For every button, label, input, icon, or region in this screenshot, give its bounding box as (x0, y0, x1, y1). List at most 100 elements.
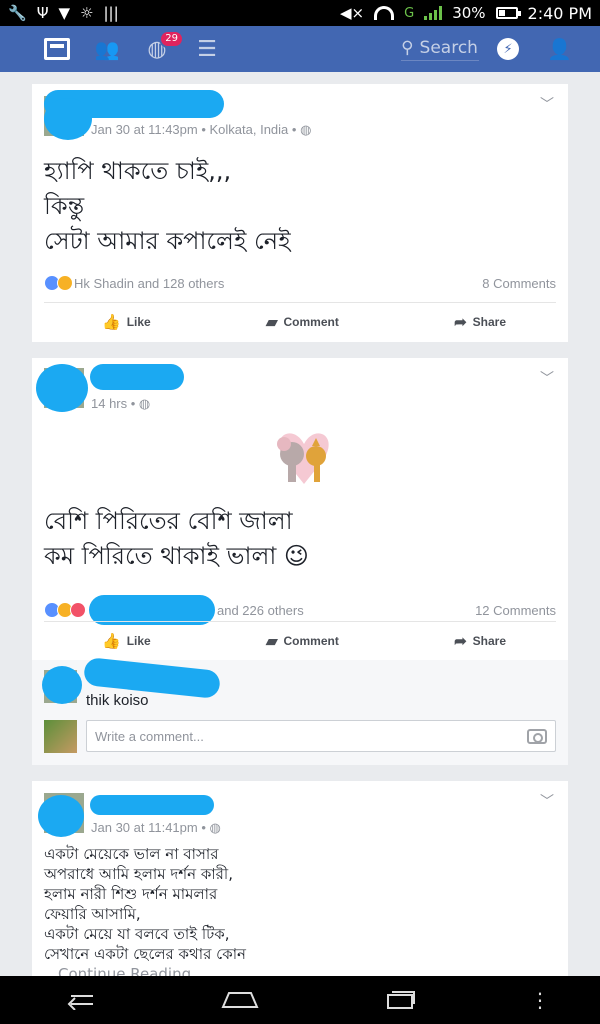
barcode-icon: ||| (103, 4, 119, 22)
comments-count[interactable]: 8 Comments (482, 276, 556, 291)
my-avatar (44, 720, 77, 753)
chevron-down-icon[interactable]: ﹀ (540, 94, 554, 114)
share-button[interactable]: ➦ Share (454, 632, 506, 650)
camera-icon[interactable] (527, 728, 547, 744)
chevron-down-icon[interactable]: ﹀ (540, 368, 554, 388)
post-line: হলাম নারী শিশু দর্শন মামলার (44, 885, 218, 903)
share-icon: ➦ (454, 633, 467, 650)
notifications-globe-icon[interactable]: ◍ 29 (144, 30, 184, 62)
reaction-icons (44, 602, 86, 618)
like-button[interactable]: 👍 Like (102, 632, 151, 650)
redacted-avatar (42, 666, 82, 704)
android-nav-bar: ⋮ (0, 976, 600, 1024)
notification-badge: 29 (159, 30, 184, 48)
like-label: Like (126, 634, 151, 648)
search-placeholder: Search (419, 37, 478, 58)
back-button[interactable] (50, 985, 110, 1015)
post-actions: 👍 Like ▰ Comment ➦ Share (44, 623, 556, 659)
redacted-avatar (38, 795, 84, 837)
divider (44, 302, 556, 303)
top-navigation: 👥 ◍ 29 ☰ ⚲ Search ⚡ 👤 (0, 26, 600, 72)
reaction-icons (44, 275, 73, 291)
friend-requests-icon[interactable]: 👤 (547, 37, 572, 61)
home-button[interactable] (210, 985, 270, 1015)
redacted-avatar (36, 364, 88, 412)
battery-icon (495, 7, 521, 19)
redacted-name (90, 795, 214, 815)
post-meta: Jan 30 at 11:43pm • Kolkata, India • ◍ (91, 122, 312, 137)
search-icon: ⚲ (401, 37, 414, 58)
comment-button[interactable]: ▰ Comment (266, 632, 339, 650)
like-label: Like (126, 315, 151, 329)
comment-button[interactable]: ▰ Comment (266, 313, 339, 331)
comment-label: Comment (283, 315, 339, 329)
comment-icon: ▰ (265, 314, 278, 331)
post-text: হ্যাপি থাকতে চাই,,, কিন্তু সেটা আমার কপা… (44, 154, 291, 259)
like-button[interactable]: 👍 Like (102, 313, 151, 331)
post-line: কিন্তু (44, 192, 85, 220)
home-icon (221, 992, 259, 1008)
post-card: ﹀ Jan 30 at 11:43pm • Kolkata, India • ◍… (32, 84, 568, 342)
post-line: একটা মেয়ে যা বলবে তাই টিক, (44, 925, 230, 943)
post-line: ফেয়ারি আসামি, (44, 905, 141, 923)
love-reaction-icon (70, 602, 86, 618)
post-meta: 14 hrs • ◍ (91, 396, 151, 411)
friends-icon[interactable]: 👥 (94, 37, 120, 61)
continue-reading-link[interactable]: Continue Reading (44, 964, 246, 976)
divider (44, 621, 556, 622)
brightness-icon: ☼ (80, 4, 94, 22)
clock: 2:40 PM (527, 3, 592, 23)
share-label: Share (472, 634, 506, 648)
chevron-down-icon[interactable]: ﹀ (540, 791, 554, 811)
recents-icon (387, 991, 415, 1009)
status-left-icons: 🔧 Ψ ▼ ☼ ||| (8, 4, 119, 22)
share-label: Share (472, 315, 506, 329)
redacted-avatar (44, 98, 92, 140)
mute-icon: ◀× (340, 4, 365, 22)
news-feed-icon[interactable] (44, 38, 70, 60)
post-text: বেশি পিরিতের বেশি জালা কম পিরিতে থাকাই ভ… (44, 504, 309, 574)
shield-icon: ▼ (58, 4, 71, 22)
post-text: একটা মেয়েকে ভাল না বাসার অপরাধে আমি হলা… (44, 844, 246, 976)
wifi-icon (374, 6, 395, 20)
post-line: অপরাধে আমি হলাম দর্শন কারী, (44, 865, 233, 883)
sticker-image (277, 433, 329, 484)
network-type: G (404, 5, 415, 21)
redacted-name (90, 364, 184, 390)
comment-input[interactable]: Write a comment... (86, 720, 556, 752)
post-line: সেটা আমার কপালেই নেই (44, 227, 291, 255)
signal-icon (424, 6, 443, 20)
post-line: হ্যাপি থাকতে চাই,,, (44, 157, 232, 185)
thumbs-up-icon: 👍 (102, 633, 121, 650)
search-input[interactable]: ⚲ Search (401, 37, 480, 61)
post-line: কম পিরিতে থাকাই ভালা 😉 (44, 542, 309, 570)
globe-icon: ◍ (138, 396, 151, 411)
reactions-bar[interactable]: Hk Shadin and 128 others 8 Comments (44, 275, 556, 291)
post-line: সেখানে একটা ছেলের কথার কোন (44, 945, 246, 963)
post-line: একটা মেয়েকে ভাল না বাসার (44, 845, 219, 863)
comment-icon: ▰ (265, 633, 278, 650)
reactions-text: and 226 others (217, 602, 304, 618)
battery-percent: 30% (452, 4, 486, 22)
post-actions: 👍 Like ▰ Comment ➦ Share (44, 304, 556, 340)
sad-reaction-icon (57, 275, 73, 291)
messenger-icon[interactable]: ⚡ (497, 38, 520, 60)
share-button[interactable]: ➦ Share (454, 313, 506, 331)
status-bar: 🔧 Ψ ▼ ☼ ||| ◀× G 30% 2:40 PM (0, 0, 600, 26)
more-vert-icon: ⋮ (530, 988, 550, 1012)
post-line: বেশি পিরিতের বেশি জালা (44, 507, 293, 535)
comment-section: thik koiso Write a comment... (32, 656, 568, 765)
post-card: ﹀ 14 hrs • ◍ বেশি পিরিতের বেশি জালা কম প… (32, 358, 568, 765)
comment-placeholder: Write a comment... (95, 728, 204, 744)
status-right-icons: ◀× G 30% 2:40 PM (340, 4, 592, 23)
recents-button[interactable] (370, 985, 430, 1015)
back-arrow-icon (67, 995, 93, 1010)
menu-icon[interactable]: ☰ (194, 37, 220, 62)
wrench-icon: 🔧 (8, 4, 27, 22)
globe-icon: ◍ (209, 820, 221, 835)
comments-count[interactable]: 12 Comments (475, 603, 556, 618)
thumbs-up-icon: 👍 (102, 314, 121, 331)
globe-icon: ◍ (300, 122, 312, 137)
comment-label: Comment (283, 634, 339, 648)
overflow-menu-button[interactable]: ⋮ (530, 985, 550, 1015)
